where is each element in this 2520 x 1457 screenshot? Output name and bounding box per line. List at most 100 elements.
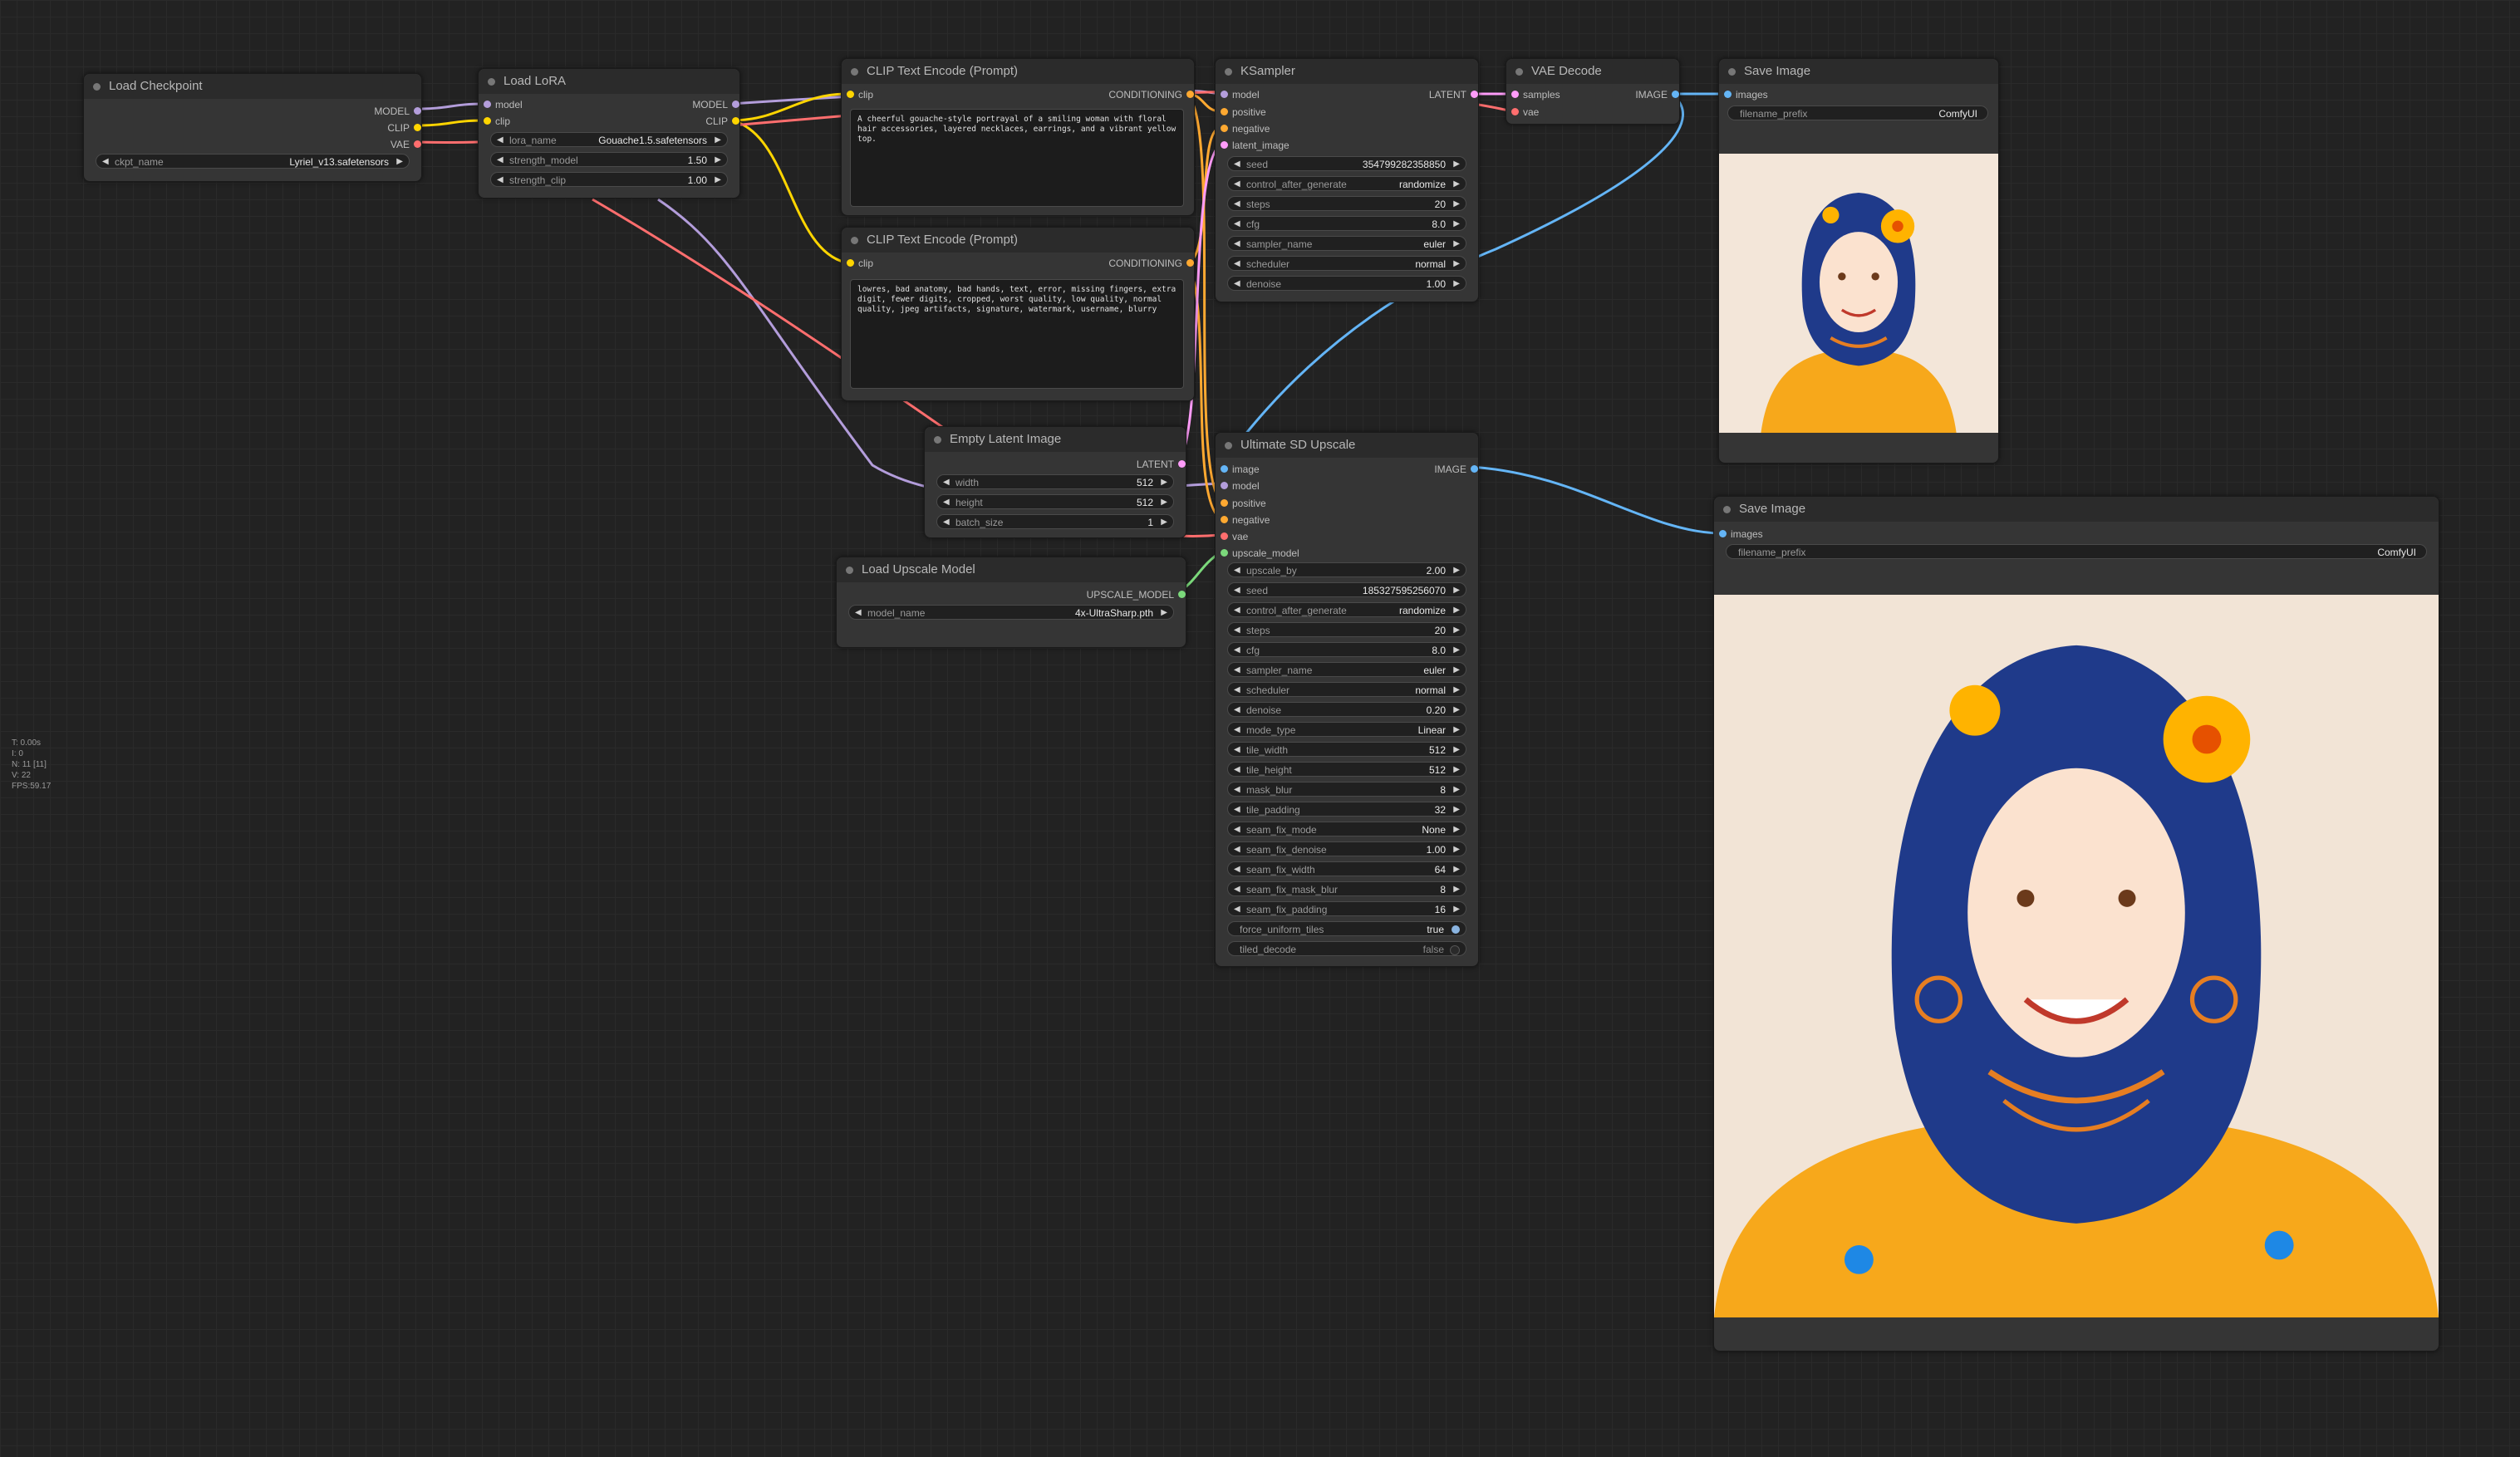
widget-cfg[interactable]: ◀ cfg 8.0 ▶ [1227, 642, 1466, 657]
arrow-left-icon[interactable]: ◀ [1234, 157, 1240, 172]
input-samples[interactable]: samples [1511, 87, 1560, 102]
socket-icon[interactable] [414, 124, 421, 131]
arrow-right-icon[interactable]: ▶ [1453, 723, 1460, 738]
arrow-right-icon[interactable]: ▶ [715, 173, 721, 188]
widget-seed[interactable]: ◀ seed 354799282358850 ▶ [1227, 156, 1466, 171]
widget-denoise[interactable]: ◀ denoise 0.20 ▶ [1227, 702, 1466, 717]
socket-icon[interactable] [847, 91, 854, 98]
output-latent[interactable]: LATENT [1429, 87, 1478, 102]
widget-lora-name[interactable]: ◀ lora_name Gouache1.5.safetensors ▶ [490, 132, 728, 147]
toggle-on-icon[interactable] [1452, 925, 1460, 934]
socket-icon[interactable] [1221, 465, 1228, 473]
arrow-left-icon[interactable]: ◀ [1234, 902, 1240, 917]
socket-icon[interactable] [484, 101, 491, 108]
arrow-right-icon[interactable]: ▶ [1161, 515, 1167, 530]
arrow-left-icon[interactable]: ◀ [1234, 703, 1240, 718]
arrow-left-icon[interactable]: ◀ [1234, 782, 1240, 797]
widget-height[interactable]: ◀ height 512 ▶ [936, 494, 1174, 509]
arrow-left-icon[interactable]: ◀ [1234, 237, 1240, 252]
arrow-left-icon[interactable]: ◀ [1234, 563, 1240, 578]
node-title-bar[interactable]: Empty Latent Image [925, 427, 1186, 452]
widget-tile-width[interactable]: ◀ tile_width 512 ▶ [1227, 742, 1466, 757]
arrow-right-icon[interactable]: ▶ [1161, 495, 1167, 510]
socket-icon[interactable] [1186, 259, 1194, 267]
collapse-dot-icon[interactable] [488, 78, 495, 86]
arrow-right-icon[interactable]: ▶ [1453, 683, 1460, 698]
node-title-bar[interactable]: Save Image [1719, 59, 1998, 84]
node-clip-text-encode-negative[interactable]: CLIP Text Encode (Prompt) clip CONDITION… [841, 227, 1195, 401]
arrow-right-icon[interactable]: ▶ [1453, 197, 1460, 212]
arrow-right-icon[interactable]: ▶ [1453, 743, 1460, 758]
arrow-right-icon[interactable]: ▶ [1453, 217, 1460, 232]
input-upscale-model[interactable]: upscale_model [1221, 546, 1299, 561]
arrow-right-icon[interactable]: ▶ [1453, 623, 1460, 638]
input-model[interactable]: model [1221, 87, 1260, 102]
socket-icon[interactable] [1178, 460, 1186, 468]
input-images[interactable]: images [1719, 527, 1763, 542]
output-upscale-model[interactable]: UPSCALE_MODEL [1087, 587, 1186, 602]
arrow-right-icon[interactable]: ▶ [1453, 882, 1460, 897]
socket-icon[interactable] [1221, 516, 1228, 523]
input-clip[interactable]: clip [484, 114, 510, 129]
arrow-right-icon[interactable]: ▶ [1453, 842, 1460, 857]
arrow-right-icon[interactable]: ▶ [1453, 782, 1460, 797]
arrow-left-icon[interactable]: ◀ [1234, 862, 1240, 877]
arrow-right-icon[interactable]: ▶ [396, 155, 403, 169]
arrow-left-icon[interactable]: ◀ [1234, 583, 1240, 598]
arrow-right-icon[interactable]: ▶ [1453, 563, 1460, 578]
arrow-left-icon[interactable]: ◀ [1234, 802, 1240, 817]
input-positive[interactable]: positive [1221, 496, 1266, 511]
arrow-right-icon[interactable]: ▶ [1453, 583, 1460, 598]
node-title-bar[interactable]: CLIP Text Encode (Prompt) [842, 59, 1194, 84]
node-ksampler[interactable]: KSampler model positive negative latent_… [1215, 58, 1479, 302]
input-negative[interactable]: negative [1221, 513, 1270, 527]
collapse-dot-icon[interactable] [1225, 442, 1232, 449]
widget-model-name[interactable]: ◀ model_name 4x-UltraSharp.pth ▶ [848, 605, 1174, 620]
input-model[interactable]: model [1221, 478, 1260, 493]
widget-scheduler[interactable]: ◀ scheduler normal ▶ [1227, 682, 1466, 697]
arrow-left-icon[interactable]: ◀ [1234, 842, 1240, 857]
widget-seam-fix-mode[interactable]: ◀ seam_fix_mode None ▶ [1227, 822, 1466, 836]
arrow-left-icon[interactable]: ◀ [943, 475, 950, 490]
arrow-right-icon[interactable]: ▶ [1453, 862, 1460, 877]
arrow-right-icon[interactable]: ▶ [1453, 763, 1460, 778]
arrow-right-icon[interactable]: ▶ [1453, 157, 1460, 172]
input-negative[interactable]: negative [1221, 121, 1270, 136]
widget-denoise[interactable]: ◀ denoise 1.00 ▶ [1227, 276, 1466, 291]
widget-filename-prefix[interactable]: filename_prefix ComfyUI [1726, 544, 2427, 559]
arrow-left-icon[interactable]: ◀ [1234, 763, 1240, 778]
socket-icon[interactable] [1724, 91, 1732, 98]
socket-icon[interactable] [1178, 591, 1186, 598]
widget-control-after-generate[interactable]: ◀ control_after_generate randomize ▶ [1227, 176, 1466, 191]
widget-steps[interactable]: ◀ steps 20 ▶ [1227, 622, 1466, 637]
arrow-left-icon[interactable]: ◀ [1234, 723, 1240, 738]
socket-icon[interactable] [732, 101, 739, 108]
arrow-left-icon[interactable]: ◀ [1234, 683, 1240, 698]
input-image[interactable]: image [1221, 462, 1260, 477]
socket-icon[interactable] [1221, 532, 1228, 540]
node-title-bar[interactable]: Load Checkpoint [84, 74, 421, 99]
socket-icon[interactable] [414, 140, 421, 148]
socket-icon[interactable] [484, 117, 491, 125]
arrow-right-icon[interactable]: ▶ [715, 153, 721, 168]
collapse-dot-icon[interactable] [1723, 506, 1731, 513]
socket-icon[interactable] [1186, 91, 1194, 98]
node-load-checkpoint[interactable]: Load Checkpoint MODEL CLIP VAE ◀ ckpt_nam… [83, 73, 422, 182]
node-title-bar[interactable]: VAE Decode [1506, 59, 1679, 84]
node-load-upscale-model[interactable]: Load Upscale Model UPSCALE_MODEL ◀ model_… [836, 557, 1186, 648]
arrow-right-icon[interactable]: ▶ [1453, 237, 1460, 252]
arrow-left-icon[interactable]: ◀ [855, 606, 862, 621]
node-save-image-upscaled[interactable]: Save Image images filename_prefix ComfyUI [1713, 496, 2439, 1352]
widget-tiled-decode[interactable]: tiled_decode false [1227, 941, 1466, 956]
arrow-left-icon[interactable]: ◀ [497, 173, 504, 188]
arrow-right-icon[interactable]: ▶ [715, 133, 721, 148]
socket-icon[interactable] [1471, 465, 1478, 473]
node-title-bar[interactable]: CLIP Text Encode (Prompt) [842, 228, 1194, 253]
arrow-right-icon[interactable]: ▶ [1453, 822, 1460, 837]
socket-icon[interactable] [1221, 108, 1228, 115]
input-images[interactable]: images [1724, 87, 1768, 102]
arrow-left-icon[interactable]: ◀ [943, 515, 950, 530]
socket-icon[interactable] [414, 107, 421, 115]
input-latent-image[interactable]: latent_image [1221, 138, 1289, 153]
arrow-right-icon[interactable]: ▶ [1453, 703, 1460, 718]
